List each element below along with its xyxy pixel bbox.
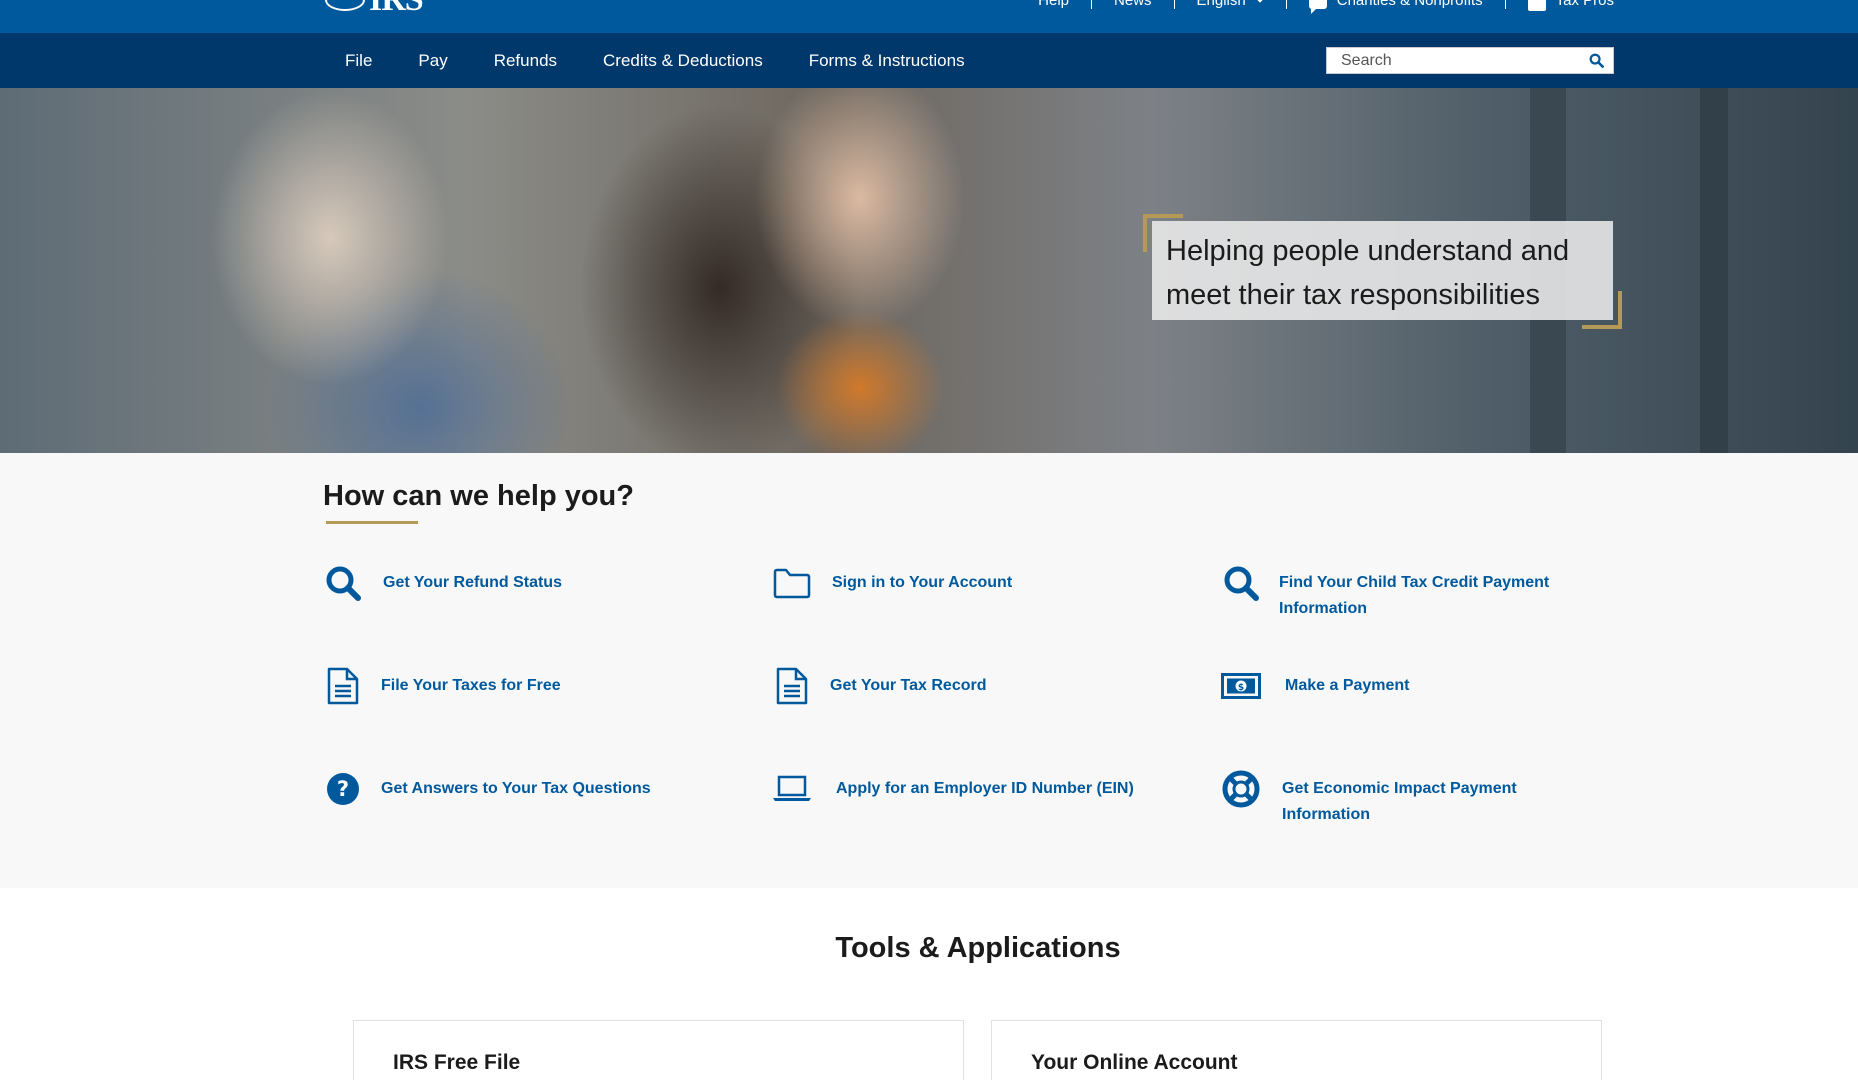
main-nav: File Pay Refunds Credits & Deductions Fo…: [0, 33, 1858, 88]
nav-item-pay[interactable]: Pay: [395, 51, 470, 71]
help-link-label: Get Economic Impact Payment Information: [1282, 776, 1517, 828]
help-link-label: Get Your Refund Status: [383, 574, 562, 591]
help-link-line-2: Information: [1282, 806, 1370, 823]
search-icon: [323, 563, 363, 603]
help-link-label: Help: [1038, 0, 1070, 9]
nav-item-refunds[interactable]: Refunds: [471, 51, 580, 71]
search-input[interactable]: [1327, 48, 1579, 73]
tagline-line-1: Helping people understand and: [1166, 235, 1570, 267]
hero-background-shape: [1700, 88, 1728, 453]
document-icon: [772, 666, 812, 706]
tool-card-title: Your Online Account: [1031, 1051, 1238, 1074]
news-link-label: News: [1114, 0, 1152, 9]
irs-logo[interactable]: IRS: [325, 0, 424, 17]
language-selector[interactable]: English: [1173, 0, 1286, 9]
help-item-tax-record[interactable]: Get Your Tax Record: [772, 666, 986, 706]
document-icon: [323, 666, 363, 706]
svg-text:$: $: [1238, 683, 1244, 693]
money-icon: $: [1221, 666, 1261, 706]
language-label: English: [1196, 0, 1246, 9]
search-button[interactable]: [1579, 48, 1613, 73]
logo-text: IRS: [369, 0, 424, 17]
help-link-label: Apply for an Employer ID Number (EIN): [836, 780, 1134, 797]
help-section: How can we help you? Get Your Refund Sta…: [0, 453, 1858, 888]
tax-pros-label: Tax Pros: [1555, 0, 1614, 9]
folder-icon: [772, 563, 812, 603]
chat-bubble-icon: [1308, 0, 1327, 14]
utility-links: Help News English Charities & Nonprofits…: [1016, 0, 1614, 14]
help-link-line-2: Information: [1279, 600, 1367, 617]
help-item-apply-ein[interactable]: Apply for an Employer ID Number (EIN): [772, 769, 1134, 809]
help-title: How can we help you?: [323, 480, 634, 512]
help-item-tax-questions[interactable]: ? Get Answers to Your Tax Questions: [323, 769, 651, 809]
help-item-file-taxes-free[interactable]: File Your Taxes for Free: [323, 666, 561, 706]
help-link-label: File Your Taxes for Free: [381, 677, 561, 694]
help-item-refund-status[interactable]: Get Your Refund Status: [323, 563, 562, 603]
help-link-line-1: Find Your Child Tax Credit Payment: [1279, 574, 1550, 591]
help-item-child-tax-credit[interactable]: Find Your Child Tax Credit Payment Infor…: [1221, 563, 1549, 622]
life-ring-icon: [1221, 769, 1261, 809]
nav-item-forms-instructions[interactable]: Forms & Instructions: [786, 51, 988, 71]
help-link[interactable]: Help: [1016, 0, 1091, 9]
charities-link[interactable]: Charities & Nonprofits: [1285, 0, 1505, 14]
search-box: [1326, 47, 1614, 74]
help-item-make-payment[interactable]: $ Make a Payment: [1221, 666, 1410, 706]
charities-label: Charities & Nonprofits: [1336, 0, 1483, 9]
tools-section: Tools & Applications IRS Free File Your …: [0, 888, 1858, 1080]
help-link-label: Get Your Tax Record: [830, 677, 987, 694]
help-link-label: Get Answers to Your Tax Questions: [381, 780, 651, 797]
tool-card-free-file[interactable]: IRS Free File: [353, 1020, 964, 1080]
nav-items: File Pay Refunds Credits & Deductions Fo…: [322, 33, 988, 88]
svg-text:?: ?: [337, 777, 349, 801]
help-item-economic-impact-payment[interactable]: Get Economic Impact Payment Information: [1221, 769, 1517, 828]
nav-item-file[interactable]: File: [322, 51, 395, 71]
help-link-label: Sign in to Your Account: [832, 574, 1013, 591]
chevron-down-icon: [1254, 0, 1266, 3]
tagline-line-2: meet their tax responsibilities: [1166, 279, 1540, 311]
hero-tagline: Helping people understand and meet their…: [1143, 214, 1622, 329]
tool-card-online-account[interactable]: Your Online Account: [991, 1020, 1602, 1080]
help-item-sign-in-account[interactable]: Sign in to Your Account: [772, 563, 1012, 603]
tagline-box: Helping people understand and meet their…: [1152, 221, 1613, 320]
help-link-line-1: Get Economic Impact Payment: [1282, 780, 1517, 797]
tool-card-title: IRS Free File: [393, 1051, 521, 1074]
title-underline: [326, 521, 418, 524]
question-icon: ?: [323, 769, 363, 809]
tools-title: Tools & Applications: [835, 932, 1121, 964]
search-icon: [1589, 53, 1604, 68]
utility-bar: IRS Help News English Charities & Nonpro…: [0, 0, 1858, 33]
tax-pros-link[interactable]: Tax Pros: [1504, 0, 1614, 11]
news-link[interactable]: News: [1091, 0, 1174, 9]
search-icon: [1221, 563, 1261, 603]
help-link-label: Find Your Child Tax Credit Payment Infor…: [1279, 570, 1549, 622]
nav-item-credits-deductions[interactable]: Credits & Deductions: [580, 51, 786, 71]
hero-banner: Helping people understand and meet their…: [0, 88, 1858, 453]
eagle-seal-icon: [325, 0, 365, 11]
briefcase-icon: [1527, 0, 1546, 11]
laptop-icon: [772, 769, 812, 809]
help-link-label: Make a Payment: [1285, 677, 1410, 694]
